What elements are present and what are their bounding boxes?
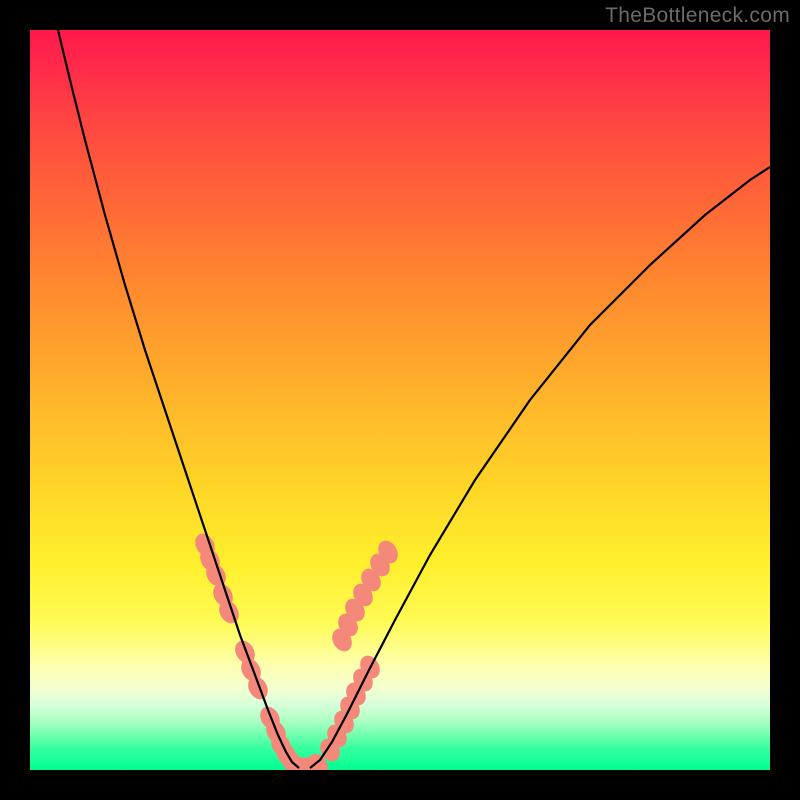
curve-layer (30, 30, 770, 770)
marker-group (191, 530, 402, 770)
chart-frame: TheBottleneck.com (0, 0, 800, 800)
curve-right (310, 167, 770, 768)
plot-area (30, 30, 770, 770)
curve-left (58, 30, 299, 768)
watermark-text: TheBottleneck.com (605, 4, 790, 28)
